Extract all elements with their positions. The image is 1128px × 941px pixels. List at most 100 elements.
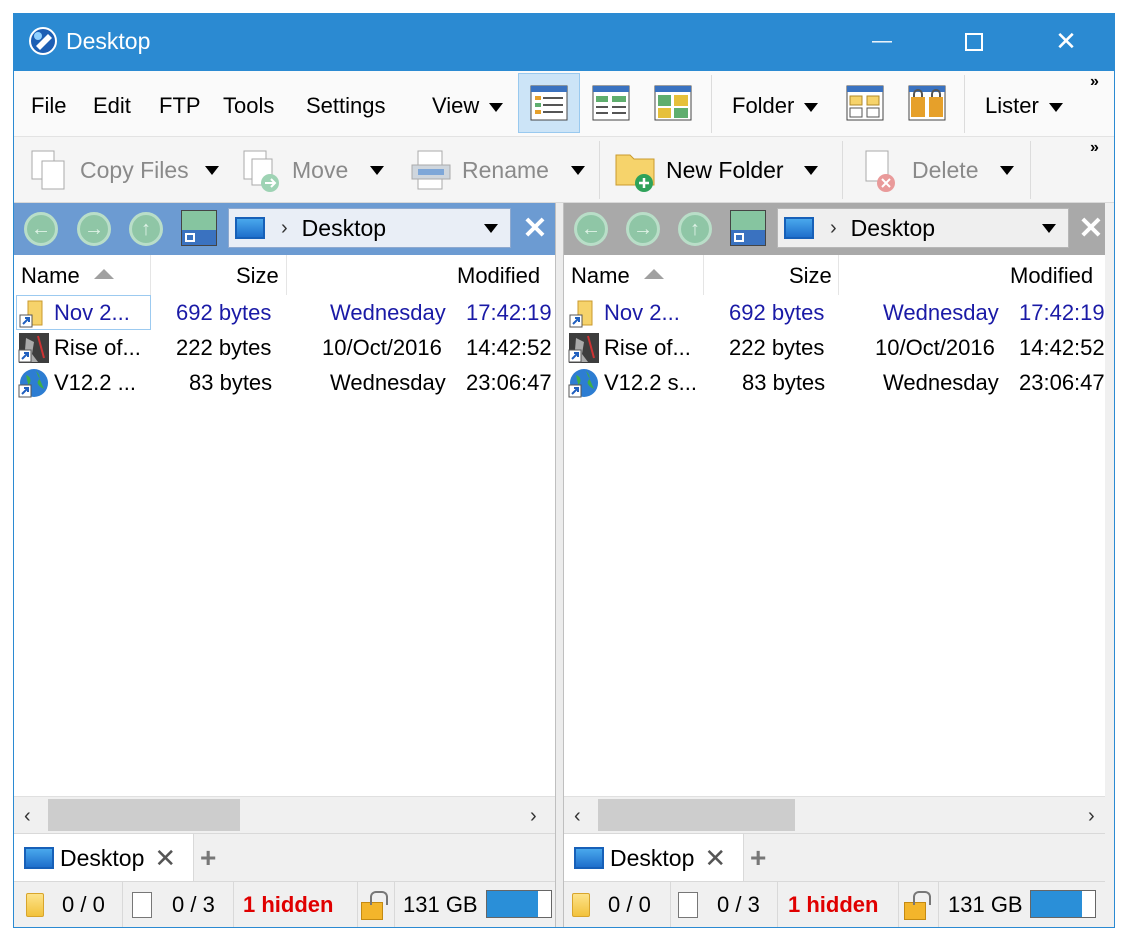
file-count: 0 / 3 — [717, 892, 760, 917]
file-name: Nov 2... — [604, 300, 680, 325]
move-button[interactable]: Move — [240, 147, 385, 193]
minimize-button[interactable]: — — [836, 14, 928, 69]
new-folder-button[interactable]: New Folder — [614, 147, 818, 193]
forward-button[interactable]: → — [626, 212, 660, 246]
file-row[interactable]: Rise of... 222 bytes 10/Oct/2016 14:42:5… — [564, 330, 1105, 365]
menu-settings[interactable]: Settings — [306, 93, 386, 119]
chevron-down-icon[interactable] — [1000, 165, 1015, 175]
chevron-down-icon[interactable] — [1042, 224, 1056, 233]
up-button[interactable]: ↑ — [678, 212, 712, 246]
disk-usage-fill — [487, 891, 539, 917]
rename-icon — [411, 150, 451, 190]
file-date: Wednesday — [330, 300, 446, 325]
close-tab-icon[interactable]: ✕ — [154, 843, 176, 874]
folder-thumbnail-icon[interactable] — [730, 210, 766, 246]
left-status-bar: 0 / 0 0 / 3 1 hidden 131 GB — [14, 881, 555, 927]
tab-label: Desktop — [610, 844, 695, 871]
column-name[interactable]: Name — [571, 263, 664, 289]
file-name: V12.2 ... — [54, 370, 136, 395]
back-button[interactable]: ← — [24, 212, 58, 246]
chevron-down-icon[interactable] — [803, 165, 818, 175]
delete-button[interactable]: Delete — [860, 147, 1015, 193]
menu-folder[interactable]: Folder — [732, 93, 819, 119]
add-tab-icon[interactable]: + — [200, 842, 216, 874]
menu-bar: File Edit FTP Tools Settings View Folder… — [14, 71, 1114, 137]
scroll-left-icon[interactable]: ‹ — [24, 805, 31, 828]
close-button[interactable]: ✕ — [1020, 14, 1112, 69]
hidden-count[interactable]: 1 hidden — [788, 892, 878, 918]
file-row[interactable]: Nov 2... 692 bytes Wednesday 17:42:19 — [14, 295, 555, 330]
left-tab-desktop[interactable]: Desktop ✕ — [14, 834, 194, 882]
unlock-icon[interactable] — [361, 891, 388, 920]
scroll-thumb[interactable] — [598, 799, 795, 831]
right-horizontal-scrollbar[interactable]: ‹ › — [564, 796, 1105, 833]
file-row[interactable]: Rise of... 222 bytes 10/Oct/2016 14:42:5… — [14, 330, 555, 365]
column-size[interactable]: Size — [789, 263, 832, 289]
toolbar-overflow-icon[interactable]: » — [1090, 139, 1099, 157]
scroll-right-icon[interactable]: › — [530, 805, 537, 828]
forward-button[interactable]: → — [77, 212, 111, 246]
menu-tools[interactable]: Tools — [223, 93, 274, 119]
column-size[interactable]: Size — [236, 263, 279, 289]
chevron-down-icon[interactable] — [204, 165, 219, 175]
layout-list-button[interactable] — [580, 73, 642, 133]
chevron-down-icon[interactable] — [484, 224, 498, 233]
file-name: Rise of... — [604, 335, 691, 360]
menu-folder-label: Folder — [732, 93, 795, 118]
right-address-bar[interactable]: › Desktop — [777, 208, 1069, 248]
folder-lock-button[interactable] — [896, 73, 958, 133]
file-row[interactable]: V12.2 s... 83 bytes Wednesday 23:06:47 — [564, 365, 1105, 400]
menu-overflow-icon[interactable]: » — [1090, 73, 1099, 91]
close-pane-icon[interactable]: ✕ — [517, 211, 553, 246]
breadcrumb-separator-icon: › — [830, 216, 837, 239]
folder-thumbnail-icon[interactable] — [181, 210, 217, 246]
copy-files-icon — [31, 150, 65, 190]
add-tab-icon[interactable]: + — [750, 842, 766, 874]
chevron-down-icon[interactable] — [370, 165, 385, 175]
desktop-icon — [24, 847, 54, 869]
layout-thumbnails-button[interactable] — [642, 73, 704, 133]
file-size: 83 bytes — [742, 370, 826, 395]
back-button[interactable]: ← — [574, 212, 608, 246]
right-tab-bar: Desktop ✕ + — [564, 833, 1105, 882]
hidden-count[interactable]: 1 hidden — [243, 892, 333, 918]
scroll-right-icon[interactable]: › — [1088, 805, 1095, 828]
file-row[interactable]: V12.2 ... 83 bytes Wednesday 23:06:47 — [14, 365, 555, 400]
copy-files-button[interactable]: Copy Files — [28, 147, 219, 193]
left-horizontal-scrollbar[interactable]: ‹ › — [14, 796, 555, 833]
layout-details-button[interactable] — [518, 73, 580, 133]
column-modified[interactable]: Modified — [457, 263, 540, 289]
column-modified[interactable]: Modified — [1010, 263, 1093, 289]
main-window: Desktop — ✕ File Edit FTP Tools Settings… — [13, 13, 1115, 928]
close-pane-icon[interactable]: ✕ — [1073, 211, 1109, 246]
rename-button[interactable]: Rename — [410, 147, 585, 193]
game-shortcut-icon — [568, 333, 599, 363]
title-bar[interactable]: Desktop — ✕ — [14, 14, 1114, 71]
menu-file[interactable]: File — [31, 93, 66, 119]
left-address-bar[interactable]: › Desktop — [228, 208, 511, 248]
left-column-header: Name Size Modified — [14, 255, 555, 295]
menu-lister[interactable]: Lister — [985, 93, 1063, 119]
chevron-down-icon — [804, 102, 819, 112]
menu-ftp[interactable]: FTP — [159, 93, 201, 119]
pane-splitter[interactable] — [555, 203, 564, 927]
toolbar: Copy Files Move Rename New Folder Delete… — [14, 137, 1114, 203]
folder-icon — [572, 893, 590, 917]
scroll-left-icon[interactable]: ‹ — [574, 805, 581, 828]
close-tab-icon[interactable]: ✕ — [704, 843, 726, 874]
folder-tree-button[interactable] — [834, 73, 896, 133]
toolbar-separator — [599, 141, 600, 199]
up-button[interactable]: ↑ — [129, 212, 163, 246]
file-icon — [678, 892, 698, 918]
right-tab-desktop[interactable]: Desktop ✕ — [564, 834, 744, 882]
menu-view[interactable]: View — [432, 93, 504, 119]
maximize-button[interactable] — [928, 14, 1020, 69]
chevron-down-icon[interactable] — [570, 165, 585, 175]
file-row[interactable]: Nov 2... 692 bytes Wednesday 17:42:19 — [564, 295, 1105, 330]
menu-edit[interactable]: Edit — [93, 93, 131, 119]
unlock-icon[interactable] — [904, 891, 931, 920]
column-name[interactable]: Name — [21, 263, 114, 289]
scroll-thumb[interactable] — [48, 799, 240, 831]
right-path-bar: ← → ↑ › Desktop ✕ — [564, 203, 1105, 255]
disk-usage-gauge — [486, 890, 552, 918]
